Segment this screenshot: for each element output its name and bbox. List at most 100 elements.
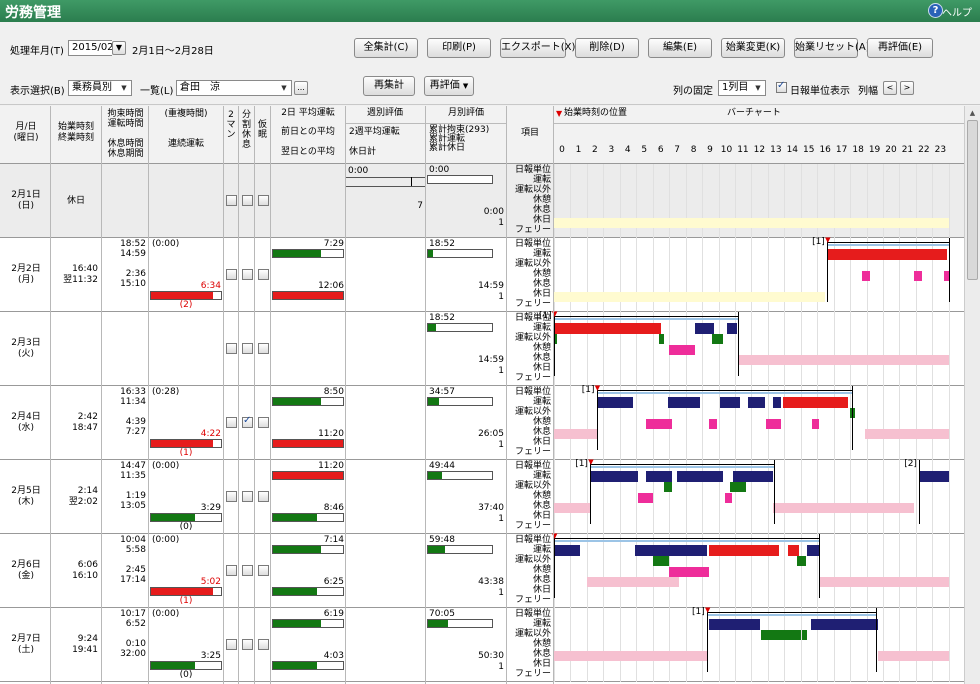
hour-gridline bbox=[915, 534, 917, 608]
daily-unit-checkbox[interactable] bbox=[776, 80, 787, 93]
start-reset-button[interactable]: 始業リセット(A) bbox=[794, 38, 870, 58]
summarize-all-button[interactable]: 全集計(C) bbox=[354, 38, 418, 58]
labor-grid[interactable]: 月/日 (曜日) 始業時刻 終業時刻 拘束時間 運転時間 休息時間 休息期間 (重複時… bbox=[0, 106, 964, 684]
hour-label: 7 bbox=[674, 145, 680, 155]
row-overlap: (0:00) bbox=[152, 239, 180, 249]
start-marker-icon: ▼ bbox=[594, 384, 601, 392]
row-checkbox[interactable] bbox=[226, 417, 237, 428]
row-checkbox[interactable] bbox=[242, 415, 253, 428]
row-checkbox[interactable] bbox=[226, 565, 237, 576]
vertical-scrollbar[interactable]: ▲ bbox=[964, 106, 980, 684]
row-checkbox[interactable] bbox=[258, 195, 269, 206]
scroll-up-icon[interactable]: ▲ bbox=[966, 107, 979, 120]
row-month-bot: 1 bbox=[498, 292, 504, 302]
scroll-thumb[interactable] bbox=[967, 120, 978, 280]
row-start: 6:06 bbox=[77, 560, 98, 570]
delete-button[interactable]: 削除(D) bbox=[575, 38, 639, 58]
row-item-label: 運転 bbox=[532, 619, 551, 629]
reevaluate-button[interactable]: 再評価(E) bbox=[867, 38, 933, 58]
chart-bar bbox=[818, 577, 949, 587]
month-bar bbox=[427, 249, 493, 258]
row-checkbox[interactable] bbox=[242, 565, 253, 576]
span-highlight bbox=[590, 466, 775, 468]
row-week-top: 0:00 bbox=[348, 166, 369, 176]
row-checkbox[interactable] bbox=[226, 195, 237, 206]
row-checkbox[interactable] bbox=[258, 269, 269, 280]
hour-label: 12 bbox=[753, 145, 766, 155]
chart-bar bbox=[708, 419, 717, 429]
help-link[interactable]: ヘルプ bbox=[942, 4, 972, 19]
hour-gridline bbox=[850, 460, 852, 534]
hour-label: 3 bbox=[608, 145, 615, 155]
hour-gridline bbox=[619, 608, 621, 682]
row-month-bot: 1 bbox=[498, 588, 504, 598]
print-button[interactable]: 印刷(P) bbox=[427, 38, 491, 58]
column-divider bbox=[254, 106, 255, 684]
row-dow: (土) bbox=[17, 645, 35, 655]
help-icon[interactable]: ? bbox=[928, 3, 943, 18]
continuous-fill bbox=[151, 292, 213, 299]
hour-gridline bbox=[817, 312, 819, 386]
chart-bar bbox=[554, 503, 591, 513]
row-item-label: 運転 bbox=[532, 471, 551, 481]
row-checkbox[interactable] bbox=[242, 491, 253, 502]
start-marker-icon: ▼ bbox=[588, 458, 594, 466]
row-checkbox[interactable] bbox=[258, 639, 269, 650]
chevron-right-icon[interactable]: > bbox=[900, 81, 914, 95]
row-overlap: (0:28) bbox=[152, 387, 180, 397]
table-row[interactable]: 2月5日 (木) 2:14 翌2:02 14:47 11:35 1:19 13:05 (0:00… bbox=[0, 458, 964, 534]
row-checkbox[interactable] bbox=[242, 269, 253, 280]
row-checkbox[interactable] bbox=[226, 491, 237, 502]
row-month-bot: 1 bbox=[498, 662, 504, 672]
hour-label: 5 bbox=[641, 145, 648, 155]
table-row[interactable]: 2月6日 (金) 6:06 16:10 10:04 5:58 2:45 17:14 (0:00)… bbox=[0, 532, 964, 608]
hour-gridline bbox=[833, 312, 835, 386]
reevaluate-menu-button[interactable]: 再評価 ▼ bbox=[424, 76, 474, 96]
row-checkbox[interactable] bbox=[258, 343, 269, 354]
avg-next-bar bbox=[272, 661, 344, 670]
table-row[interactable]: 2月3日 (火) 18:52 14:59 1 日報単位 運転 運転以外 休憩 休息 休日 フェリー [1… bbox=[0, 310, 964, 386]
chart-bar bbox=[637, 493, 653, 503]
row-checkbox[interactable] bbox=[242, 195, 253, 206]
avg-prev-bar bbox=[272, 397, 344, 406]
row-checkbox[interactable] bbox=[242, 343, 253, 354]
row-rest-period: 15:10 bbox=[120, 279, 146, 289]
chart-bar bbox=[761, 630, 801, 640]
row-item-label: 休息 bbox=[532, 501, 551, 511]
row-checkbox[interactable] bbox=[258, 565, 269, 576]
column-divider bbox=[223, 106, 224, 684]
chart-bar bbox=[711, 334, 724, 344]
recalculate-button[interactable]: 再集計 bbox=[363, 76, 415, 96]
start-change-button[interactable]: 始業変更(K) bbox=[721, 38, 785, 58]
export-button[interactable]: エクスポート(X) bbox=[500, 38, 575, 58]
display-select[interactable]: 乗務員別 ▼ bbox=[68, 80, 132, 96]
period-input[interactable]: 2015/02 bbox=[68, 40, 114, 56]
table-row[interactable]: 2月4日 (水) 2:42 18:47 16:33 11:34 4:39 7:27 (0:28)… bbox=[0, 384, 964, 460]
edit-button[interactable]: 編集(E) bbox=[648, 38, 712, 58]
chart-bar bbox=[646, 471, 673, 482]
hour-gridline bbox=[603, 608, 605, 682]
row-checkbox[interactable] bbox=[226, 269, 237, 280]
list-select[interactable]: 倉田 涼 ▼ bbox=[176, 80, 292, 96]
chevron-left-icon[interactable]: < bbox=[883, 81, 897, 95]
table-row[interactable]: 2月2日 (月) 16:40 翌11:32 18:52 14:59 2:36 15:10 (0:… bbox=[0, 236, 964, 312]
table-row[interactable]: 2月7日 (土) 9:24 19:41 10:17 6:52 0:10 32:00 (0:00)… bbox=[0, 606, 964, 682]
row-checkbox[interactable] bbox=[226, 639, 237, 650]
row-checkbox[interactable] bbox=[226, 343, 237, 354]
row-checkbox[interactable] bbox=[242, 639, 253, 650]
col-fix-select[interactable]: 1列目 ▼ bbox=[718, 80, 766, 96]
row-overlap: (0:00) bbox=[152, 609, 180, 619]
grid-header: 月/日 (曜日) 始業時刻 終業時刻 拘束時間 運転時間 休息時間 休息期間 (重複時… bbox=[0, 106, 964, 164]
hour-gridline bbox=[784, 460, 786, 534]
row-checkbox[interactable] bbox=[258, 491, 269, 502]
row-end: 18:47 bbox=[72, 423, 98, 433]
period-dropdown-icon[interactable]: ▼ bbox=[112, 41, 126, 55]
row-date: 2月1日 bbox=[11, 190, 41, 200]
display-select-value: 乗務員別 bbox=[72, 82, 112, 93]
table-row[interactable]: 2月1日 (日) 休日 0:00 7 0:00 0:00 1 日報単位 運転 運転以外 休憩 休息 休日フ… bbox=[0, 164, 964, 238]
span-line bbox=[596, 390, 852, 391]
browse-button[interactable]: ... bbox=[294, 81, 308, 95]
ferry-bar bbox=[554, 218, 949, 228]
chart-bar bbox=[807, 545, 819, 556]
row-checkbox[interactable] bbox=[258, 417, 269, 428]
